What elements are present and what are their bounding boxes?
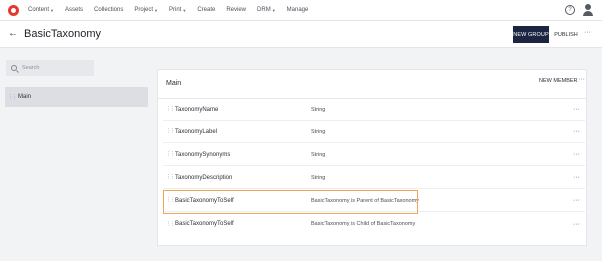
member-row[interactable]: ⋮⋮ TaxonomyDescription String ···	[163, 167, 585, 189]
nav-item-label: DRM	[257, 7, 271, 13]
logo-icon[interactable]	[8, 4, 19, 16]
member-type: BasicTaxonomy is Child of BasicTaxonomy	[311, 221, 416, 227]
nav-item-print[interactable]: Print ▼	[169, 7, 186, 13]
drag-handle-icon[interactable]: ⋮⋮	[166, 198, 175, 203]
member-row-selected[interactable]: ⋮⋮ BasicTaxonomyToSelf BasicTaxonomy is …	[163, 190, 585, 214]
sidebar: ⋮⋮ Main	[0, 49, 150, 261]
member-name: TaxonomySynonyms	[175, 151, 231, 158]
nav-item-label: Review	[226, 7, 247, 13]
chevron-down-icon: ▼	[271, 7, 276, 13]
more-options-icon[interactable]: ···	[573, 174, 580, 181]
nav-item-label: Manage	[286, 7, 309, 13]
chevron-down-icon: ▼	[154, 7, 159, 13]
nav-item-label: Project	[134, 7, 154, 13]
nav-item-create[interactable]: Create	[197, 7, 215, 13]
more-options-icon[interactable]: ···	[573, 151, 580, 158]
more-options-icon[interactable]: ···	[573, 128, 580, 135]
member-name: BasicTaxonomyToSelf	[175, 221, 234, 227]
more-options-icon[interactable]: ···	[584, 29, 591, 36]
drag-handle-icon[interactable]: ⋮⋮	[8, 94, 17, 100]
member-type: BasicTaxonomy is Parent of BasicTaxonomy	[311, 197, 419, 204]
member-row[interactable]: ⋮⋮ BasicTaxonomyToSelf BasicTaxonomy is …	[163, 213, 585, 235]
member-type: String	[311, 106, 326, 113]
back-arrow-icon[interactable]: ←	[8, 29, 18, 39]
nav-item-label: Assets	[64, 7, 83, 13]
member-type: String	[311, 151, 326, 158]
search-icon	[11, 65, 17, 71]
member-type: String	[311, 128, 326, 135]
member-type: String	[311, 174, 326, 181]
more-options-icon[interactable]: ···	[573, 221, 580, 228]
search-input[interactable]	[22, 65, 92, 71]
more-options-icon[interactable]: ···	[573, 106, 580, 113]
more-options-icon[interactable]: ···	[573, 197, 580, 204]
member-name: TaxonomyLabel	[175, 128, 218, 135]
nav-item-drm[interactable]: DRM ▼	[257, 7, 276, 13]
nav-item-label: Content	[28, 7, 50, 13]
drag-handle-icon[interactable]: ⋮⋮	[166, 129, 175, 134]
member-name: BasicTaxonomyToSelf	[175, 197, 234, 204]
new-group-button[interactable]: NEW GROUP	[513, 26, 549, 43]
more-options-icon[interactable]: ···	[578, 76, 585, 83]
member-row[interactable]: ⋮⋮ TaxonomyName String ···	[163, 99, 585, 121]
help-icon[interactable]: ?	[565, 5, 575, 15]
top-right-controls: ?	[565, 4, 594, 16]
nav-item-assets[interactable]: Assets	[65, 7, 83, 13]
search-box	[6, 60, 94, 76]
member-row[interactable]: ⋮⋮ TaxonomySynonyms String ···	[163, 144, 585, 166]
nav-item-project[interactable]: Project ▼	[134, 7, 158, 13]
nav-item-collections[interactable]: Collections	[94, 7, 123, 13]
user-icon[interactable]	[582, 4, 594, 16]
chevron-down-icon: ▼	[182, 7, 187, 13]
nav-item-label: Collections	[94, 7, 124, 13]
drag-handle-icon[interactable]: ⋮⋮	[166, 175, 175, 180]
group-panel: Main NEW MEMBER ··· ⋮⋮ TaxonomyName Stri…	[157, 69, 587, 246]
drag-handle-icon[interactable]: ⋮⋮	[166, 152, 175, 157]
publish-button[interactable]: PUBLISH	[554, 26, 578, 43]
nav-item-review[interactable]: Review	[226, 7, 246, 13]
member-name: TaxonomyDescription	[175, 174, 233, 181]
nav-item-content[interactable]: Content ▼	[28, 7, 54, 13]
top-nav-bar: Content ▼ Assets Collections Project ▼ Pri…	[0, 0, 602, 21]
page-title: BasicTaxonomy	[24, 28, 102, 40]
panel-title: Main	[166, 80, 182, 87]
nav-item-label: Create	[197, 7, 216, 13]
new-member-button[interactable]: NEW MEMBER	[539, 78, 578, 84]
sidebar-item-main[interactable]: ⋮⋮ Main	[5, 87, 148, 107]
nav-item-label: Print	[169, 7, 182, 13]
member-row[interactable]: ⋮⋮ TaxonomyLabel String ···	[163, 121, 585, 143]
chevron-down-icon: ▼	[50, 7, 54, 13]
drag-handle-icon[interactable]: ⋮⋮	[166, 107, 175, 112]
nav-item-manage[interactable]: Manage	[287, 7, 309, 13]
drag-handle-icon[interactable]: ⋮⋮	[166, 221, 175, 227]
sidebar-item-label: Main	[18, 94, 32, 100]
page-header: ← BasicTaxonomy NEW GROUP PUBLISH ···	[0, 21, 602, 48]
member-name: TaxonomyName	[175, 106, 219, 113]
